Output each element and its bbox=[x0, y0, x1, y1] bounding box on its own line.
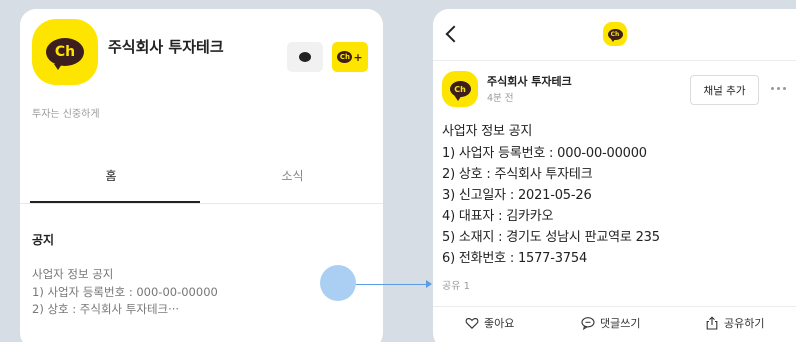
connector-line bbox=[356, 284, 428, 285]
channel-logo[interactable]: Ch bbox=[32, 19, 98, 85]
header-logo-mark: Ch bbox=[607, 28, 623, 42]
comment-button[interactable]: 댓글쓰기 bbox=[581, 315, 640, 331]
chat-bubble-icon bbox=[299, 52, 311, 62]
connector-arrow-icon bbox=[426, 280, 432, 288]
share-count: 공유 1 bbox=[442, 281, 470, 292]
post-channel-logo[interactable]: Ch bbox=[442, 71, 478, 107]
comment-icon bbox=[581, 316, 595, 330]
like-button[interactable]: 좋아요 bbox=[465, 315, 514, 331]
tab-home[interactable]: 홈 bbox=[20, 167, 202, 184]
share-label: 공유하기 bbox=[724, 317, 765, 330]
plus-icon: + bbox=[353, 50, 363, 64]
comment-label: 댓글쓰기 bbox=[600, 317, 641, 330]
channel-name: 주식회사 투자테크 bbox=[108, 38, 224, 56]
post-detail-card: Ch Ch 주식회사 투자테크 4분 전 채널 추가 사업자 정보 공지 1) … bbox=[433, 9, 796, 342]
notice-preview-line[interactable]: 2) 상호 : 주식회사 투자테크··· bbox=[32, 301, 179, 317]
dot bbox=[777, 87, 780, 90]
add-channel-button[interactable]: 채널 추가 bbox=[690, 75, 759, 105]
back-chevron-icon bbox=[445, 25, 463, 43]
action-divider bbox=[433, 306, 796, 307]
post-logo-mark: Ch bbox=[449, 81, 471, 101]
post-body-line: 5) 소재지 : 경기도 성남시 판교역로 235 bbox=[442, 230, 660, 245]
tab-divider bbox=[20, 203, 383, 204]
post-body-line: 2) 상호 : 주식회사 투자테크 bbox=[442, 167, 593, 182]
dot bbox=[783, 87, 786, 90]
post-body-line: 사업자 정보 공지 bbox=[442, 124, 533, 139]
post-body-line: 3) 신고일자 : 2021-05-26 bbox=[442, 188, 592, 203]
add-channel-icon: Ch bbox=[337, 51, 353, 63]
channel-logo-mark: Ch bbox=[46, 38, 84, 70]
back-button[interactable] bbox=[441, 22, 463, 48]
post-body-line: 1) 사업자 등록번호 : 000-00-00000 bbox=[442, 146, 647, 161]
header-divider bbox=[433, 60, 796, 61]
post-channel-name[interactable]: 주식회사 투자테크 bbox=[487, 73, 572, 89]
post-timestamp: 4분 전 bbox=[487, 93, 514, 104]
add-channel-button[interactable]: Ch + bbox=[332, 42, 368, 72]
like-label: 좋아요 bbox=[484, 317, 515, 330]
more-dots-icon[interactable] bbox=[771, 87, 786, 90]
dot bbox=[771, 87, 774, 90]
post-body-line: 4) 대표자 : 김카카오 bbox=[442, 209, 554, 224]
post-body-line: 6) 전화번호 : 1577-3754 bbox=[442, 251, 588, 266]
heart-icon bbox=[465, 316, 479, 330]
tab-news[interactable]: 소식 bbox=[202, 167, 383, 184]
notice-heading: 공지 bbox=[32, 233, 55, 247]
notice-preview-line[interactable]: 사업자 정보 공지 bbox=[32, 266, 113, 282]
share-icon bbox=[705, 316, 719, 330]
chat-button[interactable] bbox=[287, 42, 323, 72]
header-channel-logo[interactable]: Ch bbox=[603, 22, 627, 46]
share-button[interactable]: 공유하기 bbox=[705, 315, 764, 331]
touch-indicator bbox=[320, 265, 356, 301]
channel-tagline: 투자는 신중하게 bbox=[32, 109, 100, 120]
notice-preview-line[interactable]: 1) 사업자 등록번호 : 000-00-00000 bbox=[32, 284, 218, 300]
